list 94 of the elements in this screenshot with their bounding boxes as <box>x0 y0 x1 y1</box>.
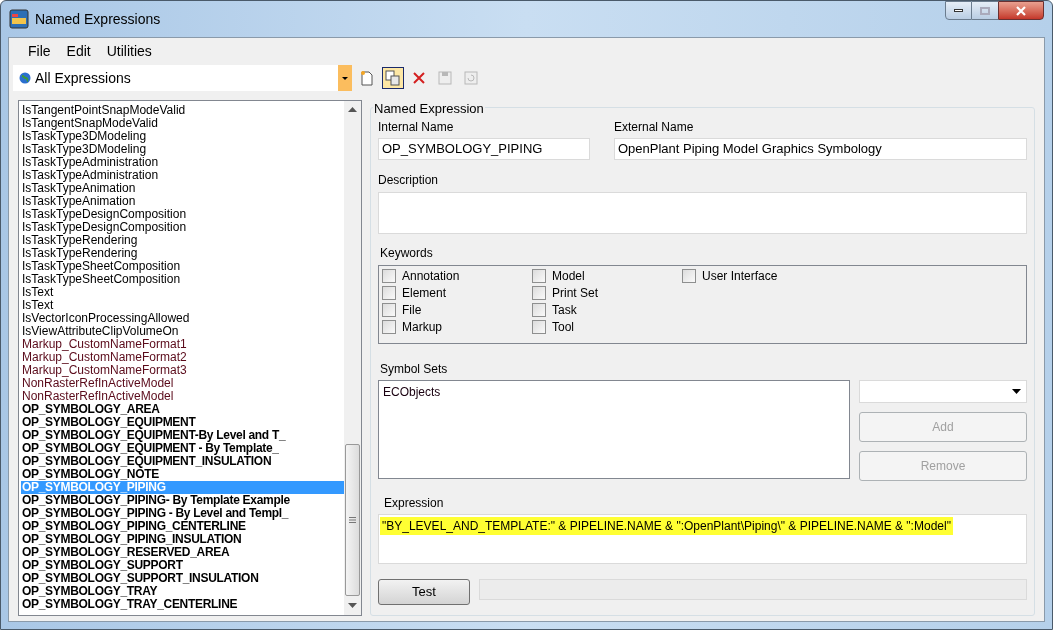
checkbox-label: Tool <box>552 318 574 336</box>
external-name-field[interactable]: OpenPlant Piping Model Graphics Symbology <box>614 138 1027 160</box>
close-icon <box>1015 5 1027 16</box>
expression-list-item[interactable]: IsTaskTypeSheetComposition <box>21 273 344 286</box>
document-icon <box>464 71 478 85</box>
checkbox[interactable] <box>382 285 396 300</box>
expression-list-item[interactable]: IsText <box>21 299 344 312</box>
minimize-icon <box>954 9 963 12</box>
expression-list-item[interactable]: Markup_CustomNameFormat3 <box>21 364 344 377</box>
expression-list-item[interactable]: Markup_CustomNameFormat2 <box>21 351 344 364</box>
new-document-icon <box>360 70 374 86</box>
checkbox[interactable] <box>682 268 696 283</box>
maximize-icon <box>980 6 990 15</box>
expression-list-item[interactable]: IsTaskTypeAnimation <box>21 182 344 195</box>
checkbox[interactable] <box>532 268 546 283</box>
filter-dropdown[interactable]: All Expressions <box>13 65 352 91</box>
expression-list-item[interactable]: OP_SYMBOLOGY_EQUIPMENT - By Template_ <box>21 442 344 455</box>
field-label: Internal Name <box>378 119 455 136</box>
expression-list-item[interactable]: OP_SYMBOLOGY_EQUIPMENT <box>21 416 344 429</box>
globe-icon <box>19 72 31 84</box>
save-icon <box>438 71 452 85</box>
field-label: Description <box>378 172 440 189</box>
menu-item[interactable]: Utilities <box>99 40 159 62</box>
expression-text: "BY_LEVEL_AND_TEMPLATE:" & PIPELINE.NAME & ":OpenPlant\Piping\" & PIPELINE.NAME & ":Model" <box>380 517 953 535</box>
symbol-set-item[interactable]: ECObjects <box>383 383 845 401</box>
field-label: Symbol Sets <box>379 361 449 378</box>
expression-list-item[interactable]: NonRasterRefInActiveModel <box>21 377 344 390</box>
menu-item[interactable]: Edit <box>59 40 98 62</box>
expression-list-item[interactable]: IsTaskTypeAnimation <box>21 195 344 208</box>
dropdown-arrow-icon <box>1012 389 1021 394</box>
field-label: Keywords <box>379 245 434 262</box>
expression-list-item[interactable]: IsTangentPointSnapModeValid <box>21 104 344 117</box>
expression-list-item[interactable]: OP_SYMBOLOGY_AREA <box>21 403 344 416</box>
checkbox[interactable] <box>382 268 396 283</box>
checkbox[interactable] <box>532 319 546 334</box>
expression-list-item[interactable]: OP_SYMBOLOGY_SUPPORT <box>21 559 344 572</box>
maximize-button[interactable] <box>972 1 998 20</box>
expression-list-item[interactable]: IsTaskTypeSheetComposition <box>21 260 344 273</box>
copy-icon <box>385 70 401 86</box>
expression-list-item[interactable]: IsTaskTypeDesignComposition <box>21 208 344 221</box>
expression-list-item[interactable]: Markup_CustomNameFormat1 <box>21 338 344 351</box>
scrollbar[interactable] <box>344 101 361 615</box>
menu-item[interactable]: File <box>21 40 58 62</box>
checkbox[interactable] <box>382 302 396 317</box>
close-button[interactable] <box>998 1 1044 20</box>
expression-list-item[interactable]: IsTaskTypeRendering <box>21 247 344 260</box>
test-button[interactable]: Test <box>378 579 470 605</box>
expression-list-item[interactable]: OP_SYMBOLOGY_SUPPORT_INSULATION <box>21 572 344 585</box>
expression-field[interactable]: "BY_LEVEL_AND_TEMPLATE:" & PIPELINE.NAME & ":OpenPlant\Piping\" & PIPELINE.NAME & ":Model" <box>378 514 1027 564</box>
expression-list-item[interactable]: IsTaskTypeDesignComposition <box>21 221 344 234</box>
checkbox-label: Task <box>552 301 577 319</box>
expression-list-item[interactable]: OP_SYMBOLOGY_TRAY_CENTERLINE <box>21 598 344 611</box>
scroll-up-icon[interactable] <box>348 107 357 112</box>
checkbox-label: Print Set <box>552 284 599 302</box>
expression-list-item[interactable]: OP_SYMBOLOGY_PIPING_INSULATION <box>21 533 344 546</box>
checkbox-label: Model <box>552 267 585 285</box>
checkbox-label: Annotation <box>402 267 460 285</box>
checkbox-label: Markup <box>402 318 442 336</box>
checkbox-label: Element <box>402 284 447 302</box>
internal-name-field[interactable]: OP_SYMBOLOGY_PIPING <box>378 138 590 160</box>
scroll-down-icon[interactable] <box>348 603 357 608</box>
expression-list-item[interactable]: OP_SYMBOLOGY_NOTE <box>21 468 344 481</box>
expression-list-item[interactable]: IsTaskTypeAdministration <box>21 169 344 182</box>
expression-list-item[interactable]: IsTangentSnapModeValid <box>21 117 344 130</box>
scrollbar-thumb[interactable] <box>345 444 360 596</box>
expression-list-item[interactable]: IsTaskType3DModeling <box>21 143 344 156</box>
expression-list-item[interactable]: OP_SYMBOLOGY_EQUIPMENT-By Level and T_ <box>21 429 344 442</box>
expression-list-item[interactable]: IsText <box>21 286 344 299</box>
checkbox-label: File <box>402 301 422 319</box>
expression-list-item[interactable]: NonRasterRefInActiveModel <box>21 390 344 403</box>
expression-list-item[interactable]: IsViewAttributeClipVolumeOn <box>21 325 344 338</box>
window-title: Named Expressions <box>35 9 161 29</box>
minimize-button[interactable] <box>945 1 972 20</box>
expression-list-item[interactable]: OP_SYMBOLOGY_TRAY <box>21 585 344 598</box>
checkbox-label: User Interface <box>702 267 778 285</box>
description-field[interactable] <box>378 192 1027 234</box>
app-icon <box>9 9 29 29</box>
checkbox[interactable] <box>532 302 546 317</box>
expression-list-item[interactable]: OP_SYMBOLOGY_PIPING_CENTERLINE <box>21 520 344 533</box>
checkbox[interactable] <box>532 285 546 300</box>
field-label: External Name <box>614 119 695 136</box>
expression-list-item[interactable]: OP_SYMBOLOGY_PIPING- By Template Example <box>21 494 344 507</box>
expression-list-item[interactable]: OP_SYMBOLOGY_RESERVED_AREA <box>21 546 344 559</box>
expression-list-item[interactable]: IsTaskTypeRendering <box>21 234 344 247</box>
close-x-icon <box>412 71 426 85</box>
grip-icon <box>349 517 356 523</box>
field-label: Expression <box>383 495 445 512</box>
expression-list-item[interactable]: IsTaskType3DModeling <box>21 130 344 143</box>
expression-list-item[interactable]: OP_SYMBOLOGY_EQUIPMENT_INSULATION <box>21 455 344 468</box>
expression-list-item[interactable]: OP_SYMBOLOGY_PIPING - By Level and Templ_ <box>21 507 344 520</box>
expression-list-item[interactable]: IsTaskTypeAdministration <box>21 156 344 169</box>
toolbar-button[interactable] <box>382 67 404 89</box>
checkbox[interactable] <box>382 319 396 334</box>
expression-list-item[interactable]: IsVectorIconProcessingAllowed <box>21 312 344 325</box>
